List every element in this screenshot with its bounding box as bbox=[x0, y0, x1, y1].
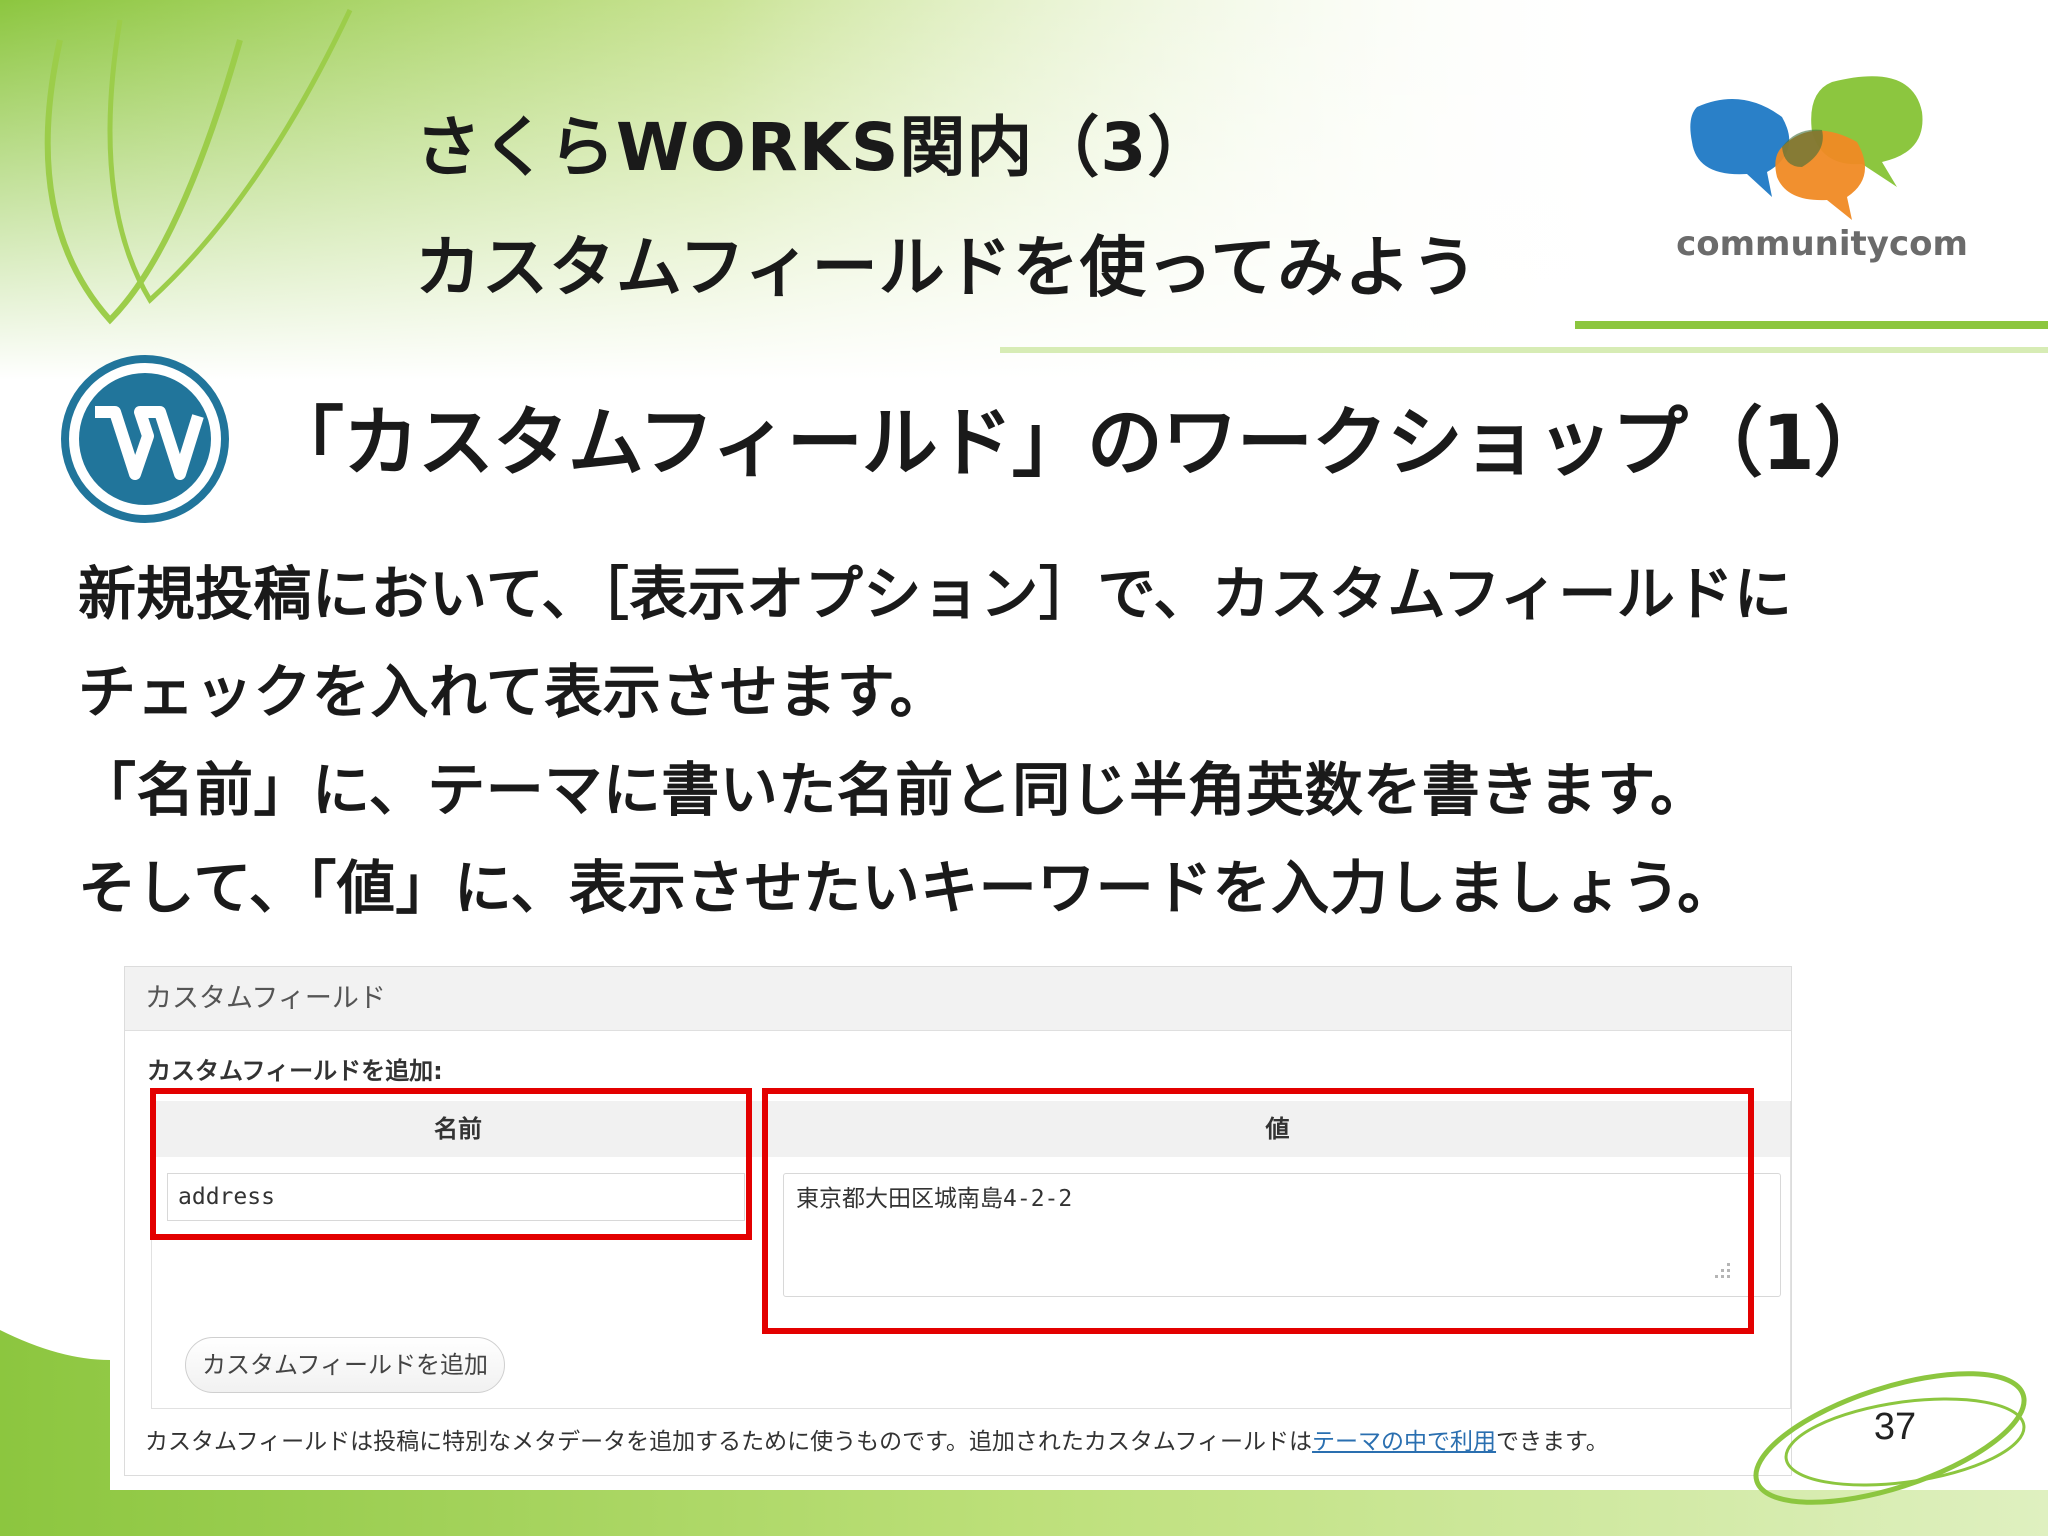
value-highlight-box bbox=[762, 1088, 1754, 1334]
slide-title-line-2: カスタムフィールドを使ってみよう bbox=[415, 229, 1479, 306]
help-text-before: カスタムフィールドは投稿に特別なメタデータを追加するために使うものです。追加され… bbox=[145, 1429, 1313, 1455]
instruction-line: 新規投稿において、［表示オプション］で、カスタムフィールドに bbox=[78, 560, 1793, 628]
slide-title-line-1: さくらWORKS関内（3） bbox=[415, 109, 1215, 186]
wordpress-logo-icon bbox=[61, 355, 229, 523]
instruction-line: チェックを入れて表示させます。 bbox=[78, 658, 948, 726]
logo-text: communitycom bbox=[1676, 224, 1968, 264]
page-number: 37 bbox=[1873, 1406, 1917, 1448]
instruction-line: そして、「値」に、表示させたいキーワードを入力しましょう。 bbox=[78, 854, 1736, 922]
section-heading: 「カスタムフィールド」のワークショップ（1） bbox=[268, 398, 1890, 487]
panel-title[interactable]: カスタムフィールド bbox=[125, 967, 1791, 1031]
name-highlight-box bbox=[150, 1088, 752, 1240]
theme-usage-link[interactable]: テーマの中で利用 bbox=[1312, 1429, 1496, 1455]
instruction-text: 新規投稿において、［表示オプション］で、カスタムフィールドに チェックを入れて表… bbox=[78, 545, 1958, 937]
instruction-line: 「名前」に、テーマに書いた名前と同じ半角英数を書きます。 bbox=[78, 756, 1709, 824]
add-custom-field-button[interactable]: カスタムフィールドを追加 bbox=[185, 1337, 505, 1393]
help-text: カスタムフィールドは投稿に特別なメタデータを追加するために使うものです。追加され… bbox=[145, 1422, 1609, 1462]
add-custom-field-label: カスタムフィールドを追加: bbox=[147, 1057, 443, 1085]
help-text-after: できます。 bbox=[1496, 1429, 1609, 1455]
